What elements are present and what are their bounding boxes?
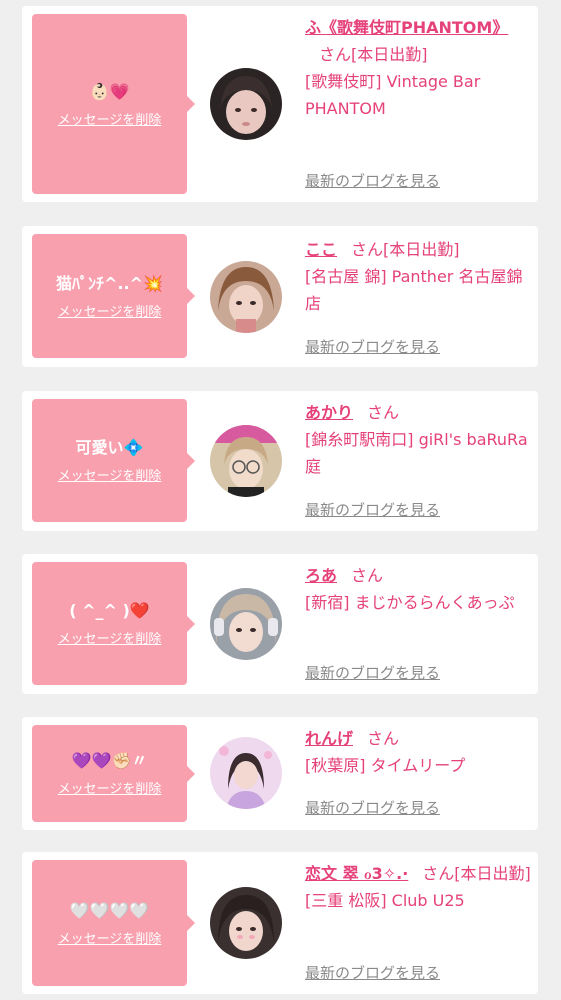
- shop-name: [新宿] まじかるらんくあっぷ: [305, 593, 515, 612]
- shop-name: [三重 松阪] Club U25: [305, 891, 465, 910]
- message-text: 👶🏻💗: [89, 81, 130, 101]
- message-bubble: 👶🏻💗 メッセージを削除: [32, 14, 195, 194]
- shop-name: [秋葉原] タイムリープ: [305, 756, 466, 775]
- sender-info: ここ さん[本日出勤] [名古屋 錦] Panther 名古屋錦店: [305, 236, 533, 317]
- sender-name-link[interactable]: 恋文 翠 ℴ3✧.·: [305, 864, 408, 883]
- profile-photo-icon: [210, 425, 282, 497]
- sender-name-link[interactable]: ふ《歌舞伎町PHANTOM》: [305, 18, 508, 37]
- latest-blog-link[interactable]: 最新のブログを見る: [305, 797, 440, 818]
- message-card: 🤍🤍🤍🤍 メッセージを削除 恋文 翠 ℴ3✧.· さん[本日出勤] [三重 松阪]…: [22, 852, 538, 994]
- avatar[interactable]: [210, 261, 282, 333]
- shop-name: [錦糸町駅南口] giRl's baRuRa庭: [305, 430, 528, 476]
- message-bubble: 猫ﾊﾟﾝﾁ^..^💥 メッセージを削除: [32, 234, 195, 358]
- shop-name: [歌舞伎町] Vintage Bar PHANTOM: [305, 72, 481, 118]
- delete-message-link[interactable]: メッセージを削除: [58, 301, 162, 320]
- delete-message-link[interactable]: メッセージを削除: [58, 928, 162, 947]
- shop-name: [名古屋 錦] Panther 名古屋錦店: [305, 267, 523, 313]
- profile-photo-icon: [210, 887, 282, 959]
- profile-photo-icon: [210, 261, 282, 333]
- message-card: 👶🏻💗 メッセージを削除 ふ《歌舞伎町PHANTOM》さん[本日出勤] [歌舞伎…: [22, 6, 538, 202]
- delete-message-link[interactable]: メッセージを削除: [58, 778, 162, 797]
- message-list: 👶🏻💗 メッセージを削除 ふ《歌舞伎町PHANTOM》さん[本日出勤] [歌舞伎…: [0, 0, 561, 1000]
- sender-info: れんげ さん [秋葉原] タイムリープ: [305, 725, 533, 779]
- message-bubble: ( ^_^ )❤️ メッセージを削除: [32, 562, 195, 685]
- message-card: 💜💜✊🏻〃 メッセージを削除 れんげ さん [秋葉原] タイムリープ 最新のブログ…: [22, 717, 538, 830]
- avatar[interactable]: [210, 588, 282, 660]
- message-bubble: 可愛い💠 メッセージを削除: [32, 399, 195, 522]
- profile-photo-icon: [210, 588, 282, 660]
- delete-message-link[interactable]: メッセージを削除: [58, 109, 162, 128]
- message-bubble: 🤍🤍🤍🤍 メッセージを削除: [32, 860, 195, 986]
- profile-photo-icon: [210, 737, 282, 809]
- sender-info: ふ《歌舞伎町PHANTOM》さん[本日出勤] [歌舞伎町] Vintage Ba…: [305, 14, 533, 122]
- sender-suffix: さん[本日出勤]: [422, 864, 531, 883]
- latest-blog-link[interactable]: 最新のブログを見る: [305, 962, 440, 983]
- sender-name-link[interactable]: あかり: [305, 403, 353, 422]
- latest-blog-link[interactable]: 最新のブログを見る: [305, 662, 440, 683]
- avatar[interactable]: [210, 425, 282, 497]
- sender-info: 恋文 翠 ℴ3✧.· さん[本日出勤] [三重 松阪] Club U25: [305, 860, 533, 914]
- message-text: 🤍🤍🤍🤍: [69, 900, 150, 920]
- latest-blog-link[interactable]: 最新のブログを見る: [305, 499, 440, 520]
- sender-suffix: さん[本日出勤]: [319, 45, 428, 64]
- sender-name-link[interactable]: ろあ: [305, 566, 337, 585]
- sender-info: ろあ さん [新宿] まじかるらんくあっぷ: [305, 562, 533, 616]
- message-card: 猫ﾊﾟﾝﾁ^..^💥 メッセージを削除 ここ さん[本日出勤] [名古屋 錦] P…: [22, 226, 538, 367]
- message-text: 猫ﾊﾟﾝﾁ^..^💥: [56, 273, 163, 293]
- avatar[interactable]: [210, 68, 282, 140]
- message-text: ( ^_^ )❤️: [69, 601, 150, 620]
- profile-photo-icon: [210, 68, 282, 140]
- delete-message-link[interactable]: メッセージを削除: [58, 628, 162, 647]
- sender-suffix: さん[本日出勤]: [351, 240, 460, 259]
- sender-suffix: さん: [367, 729, 400, 748]
- delete-message-link[interactable]: メッセージを削除: [58, 465, 162, 484]
- latest-blog-link[interactable]: 最新のブログを見る: [305, 170, 440, 191]
- message-card: ( ^_^ )❤️ メッセージを削除 ろあ さん [新宿] まじかるらんくあっぷ …: [22, 554, 538, 694]
- sender-suffix: さん: [367, 403, 400, 422]
- message-text: 💜💜✊🏻〃: [71, 751, 148, 770]
- message-card: 可愛い💠 メッセージを削除 あかり さん [錦糸町駅南口] giRl's baRu…: [22, 391, 538, 531]
- avatar[interactable]: [210, 887, 282, 959]
- sender-name-link[interactable]: れんげ: [305, 729, 353, 748]
- sender-name-link[interactable]: ここ: [305, 240, 337, 259]
- sender-suffix: さん: [351, 566, 384, 585]
- latest-blog-link[interactable]: 最新のブログを見る: [305, 336, 440, 357]
- avatar[interactable]: [210, 737, 282, 809]
- sender-info: あかり さん [錦糸町駅南口] giRl's baRuRa庭: [305, 399, 533, 480]
- message-bubble: 💜💜✊🏻〃 メッセージを削除: [32, 725, 195, 822]
- message-text: 可愛い💠: [75, 438, 144, 457]
